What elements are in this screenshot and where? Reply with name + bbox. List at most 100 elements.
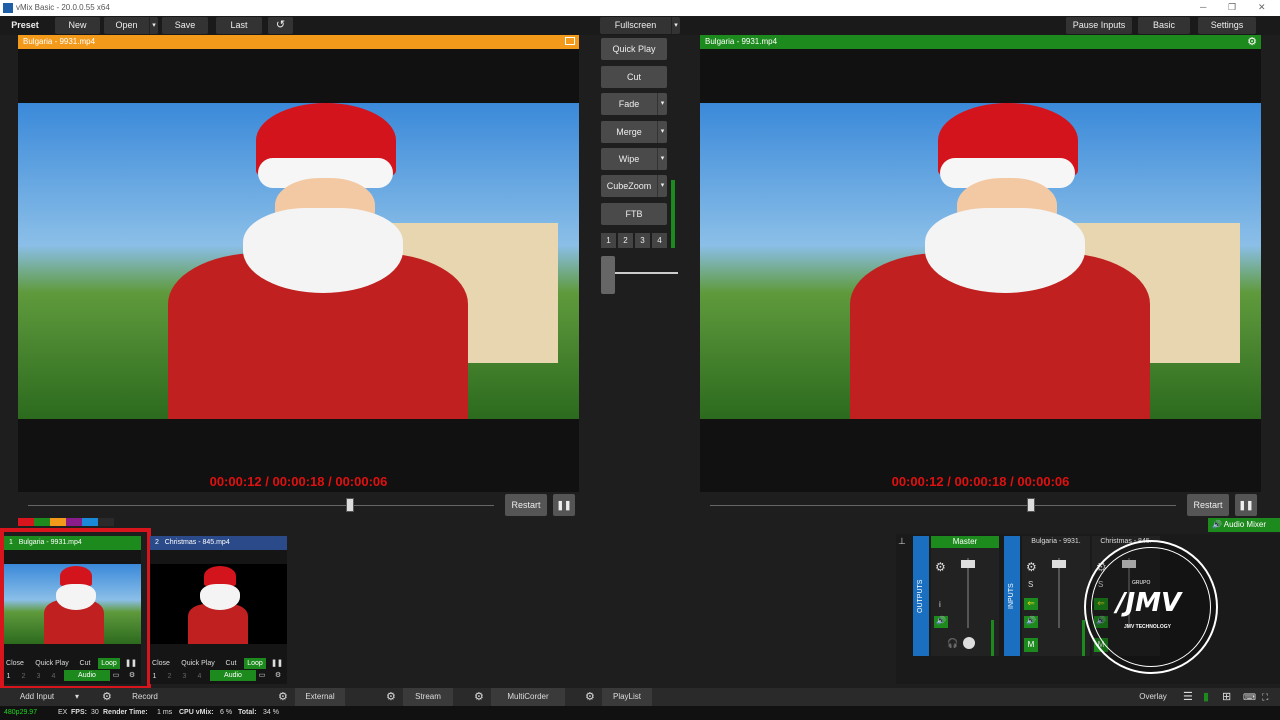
grid-view-icon[interactable]: ⊞: [1222, 688, 1231, 706]
undo-icon[interactable]: ↺: [268, 17, 293, 34]
input-2-pause-icon[interactable]: ❚❚: [270, 658, 284, 669]
input-1-layer-1[interactable]: 1: [4, 671, 13, 682]
input-1-quick-play-button[interactable]: Quick Play: [32, 658, 72, 669]
fullscreen-dropdown-icon[interactable]: ▾: [671, 17, 680, 34]
input-1-gear-icon[interactable]: ⚙: [126, 670, 138, 681]
master-fader-handle[interactable]: [961, 560, 975, 568]
external-gear-icon[interactable]: ⚙: [278, 688, 288, 706]
input-2-layer-2[interactable]: 2: [165, 671, 174, 682]
input-2-gear-icon[interactable]: ⚙: [272, 670, 284, 681]
master-gear-icon[interactable]: ⚙: [935, 560, 946, 574]
pause-inputs-button[interactable]: Pause Inputs: [1066, 17, 1132, 34]
cut-button[interactable]: Cut: [601, 66, 667, 88]
preview-seek-knob[interactable]: [346, 498, 354, 512]
playlist-gear-icon[interactable]: ⚙: [585, 688, 595, 706]
preset-button[interactable]: Preset: [2, 17, 48, 34]
input-1-close-button[interactable]: Close: [4, 658, 26, 669]
headphones-icon[interactable]: 🎧: [947, 638, 958, 649]
level-meter-icon[interactable]: ▮: [1203, 688, 1209, 706]
master-speaker-icon[interactable]: 🔊: [934, 616, 948, 628]
playlist-button[interactable]: PlayList: [602, 688, 652, 706]
list-view-icon[interactable]: ☰: [1183, 688, 1193, 706]
input-2-layer-4[interactable]: 4: [195, 671, 204, 682]
input-1-layer-4[interactable]: 4: [49, 671, 58, 682]
last-button[interactable]: Last: [216, 17, 262, 34]
maximize-icon[interactable]: ❐: [1228, 2, 1236, 13]
stream-button[interactable]: Stream: [403, 688, 453, 706]
merge-dropdown-icon[interactable]: ▾: [657, 121, 667, 143]
master-info-button[interactable]: i: [939, 600, 941, 609]
input-1-layer-2[interactable]: 2: [19, 671, 28, 682]
input-2-monitor-icon[interactable]: ▭: [256, 670, 268, 681]
minimize-icon[interactable]: ─: [1200, 2, 1206, 12]
record-button[interactable]: Record: [120, 688, 170, 706]
input-2-layer-1[interactable]: 1: [150, 671, 159, 682]
pin-icon[interactable]: ⊥: [898, 536, 910, 548]
close-icon[interactable]: ✕: [1258, 2, 1266, 13]
multicorder-gear-icon[interactable]: ⚙: [474, 688, 484, 706]
cubezoom-button[interactable]: CubeZoom ▾: [601, 175, 667, 197]
input-2-cut-button[interactable]: Cut: [222, 658, 240, 669]
audio-mixer-tab[interactable]: 🔊 Audio Mixer: [1208, 518, 1280, 532]
input-1-header[interactable]: 1 Bulgaria - 9931.mp4: [4, 536, 141, 550]
output-seek-knob[interactable]: [1027, 498, 1035, 512]
fade-dropdown-icon[interactable]: ▾: [657, 93, 667, 115]
input-1-pause-icon[interactable]: ❚❚: [124, 658, 138, 669]
channel-1-bus-arrow-icon[interactable]: ⇐: [1024, 598, 1038, 610]
wipe-dropdown-icon[interactable]: ▾: [657, 148, 667, 170]
preview-seek-bar[interactable]: [28, 505, 494, 506]
color-tag-orange[interactable]: [50, 518, 66, 526]
record-gear-icon[interactable]: ⚙: [102, 688, 112, 706]
transition-3-button[interactable]: 3: [635, 233, 650, 248]
open-dropdown-icon[interactable]: ▾: [149, 17, 158, 34]
color-tag-red[interactable]: [18, 518, 34, 526]
save-button[interactable]: Save: [162, 17, 208, 34]
input-1-thumbnail[interactable]: [4, 564, 141, 644]
channel-1-mute-button[interactable]: M: [1024, 638, 1038, 652]
output-pause-icon[interactable]: ❚❚: [1235, 494, 1257, 516]
fullscreen-button[interactable]: Fullscreen ▾: [600, 17, 680, 34]
input-1-loop-button[interactable]: Loop: [98, 658, 120, 669]
stream-gear-icon[interactable]: ⚙: [386, 688, 396, 706]
input-2-layer-3[interactable]: 3: [180, 671, 189, 682]
merge-button[interactable]: Merge ▾: [601, 121, 667, 143]
keyboard-icon[interactable]: ⌨: [1243, 688, 1256, 706]
cubezoom-dropdown-icon[interactable]: ▾: [657, 175, 667, 197]
input-2[interactable]: 2 Christmas - 845.mp4 Close Quick Play C…: [150, 536, 287, 684]
channel-1-gear-icon[interactable]: ⚙: [1026, 560, 1037, 574]
open-button[interactable]: Open ▾: [104, 17, 158, 34]
color-tag-blue[interactable]: [82, 518, 98, 526]
input-1-layer-3[interactable]: 3: [34, 671, 43, 682]
channel-1-fader-handle[interactable]: [1052, 560, 1066, 568]
preview-restart-button[interactable]: Restart: [505, 494, 547, 516]
overlay-button[interactable]: Overlay: [1128, 688, 1178, 706]
fade-button[interactable]: Fade ▾: [601, 93, 667, 115]
output-gear-icon[interactable]: ⚙: [1247, 35, 1257, 49]
preview-pause-icon[interactable]: ❚❚: [553, 494, 575, 516]
input-2-close-button[interactable]: Close: [150, 658, 172, 669]
color-tag-purple[interactable]: [66, 518, 82, 526]
add-input-button[interactable]: Add Input: [4, 688, 70, 706]
input-1-cut-button[interactable]: Cut: [76, 658, 94, 669]
transition-2-button[interactable]: 2: [618, 233, 633, 248]
color-tag-green[interactable]: [34, 518, 50, 526]
transition-4-button[interactable]: 4: [652, 233, 667, 248]
new-button[interactable]: New: [55, 17, 100, 34]
fullscreen-icon[interactable]: ⛶: [1262, 688, 1268, 706]
input-2-loop-button[interactable]: Loop: [244, 658, 266, 669]
input-1-monitor-icon[interactable]: ▭: [110, 670, 122, 681]
add-input-dropdown-icon[interactable]: ▾: [72, 688, 82, 706]
channel-1-speaker-icon[interactable]: 🔊: [1024, 616, 1038, 628]
input-2-thumbnail[interactable]: [150, 564, 287, 644]
basic-button[interactable]: Basic: [1138, 17, 1190, 34]
input-2-audio-button[interactable]: Audio: [210, 670, 256, 681]
channel-1-solo-button[interactable]: S: [1028, 580, 1033, 589]
t-bar-handle[interactable]: [601, 256, 615, 294]
output-seek-bar[interactable]: [710, 505, 1176, 506]
color-tag-none[interactable]: [98, 518, 114, 526]
input-2-quick-play-button[interactable]: Quick Play: [178, 658, 218, 669]
transition-1-button[interactable]: 1: [601, 233, 616, 248]
output-restart-button[interactable]: Restart: [1187, 494, 1229, 516]
headphone-volume-knob[interactable]: [963, 637, 975, 649]
input-1[interactable]: 1 Bulgaria - 9931.mp4 Close Quick Play C…: [4, 536, 141, 684]
